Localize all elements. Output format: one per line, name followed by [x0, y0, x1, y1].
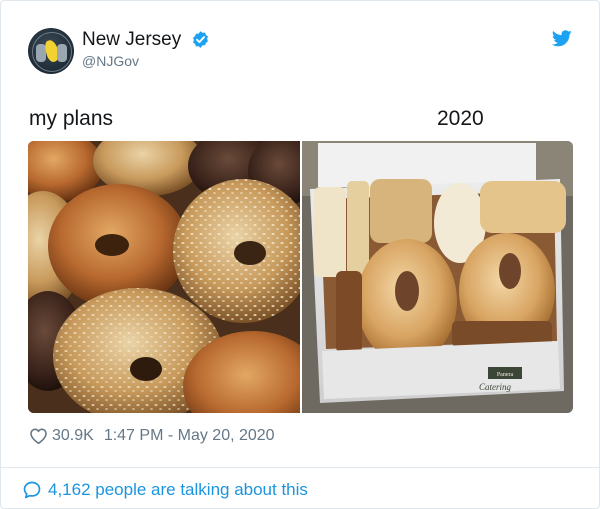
- catering-box-illustration: Panera Catering: [302, 141, 573, 413]
- tweet-meta: 30.9K 1:47 PM - May 20, 2020: [29, 426, 275, 446]
- verified-badge-icon: [193, 31, 208, 48]
- heart-icon[interactable]: [29, 427, 48, 445]
- catering-box-print: Catering: [479, 382, 512, 392]
- photo-catering-box-bagels[interactable]: Panera Catering: [302, 141, 573, 413]
- tweet-timestamp[interactable]: 1:47 PM - May 20, 2020: [104, 427, 275, 445]
- caption-right: 2020: [437, 107, 484, 130]
- caption-left: my plans: [29, 107, 114, 130]
- conversation-link[interactable]: 4,162 people are talking about this: [22, 479, 308, 501]
- panera-logo-text: Panera: [497, 372, 514, 378]
- talking-count-text: 4,162 people are talking about this: [48, 480, 308, 499]
- author-name[interactable]: New Jersey: [82, 30, 181, 50]
- tweet-card: New Jersey @NJGov my plans 2020 Panera C…: [0, 0, 600, 509]
- seal-figure-right: [57, 44, 67, 62]
- photo-gourmet-bagels[interactable]: [28, 141, 300, 413]
- bagel-pile-illustration: [28, 141, 300, 413]
- author-handle[interactable]: @NJGov: [82, 53, 139, 69]
- twitter-bird-icon[interactable]: [552, 30, 572, 47]
- speech-bubble-icon: [23, 481, 41, 499]
- divider: [1, 467, 599, 468]
- avatar[interactable]: [28, 28, 74, 74]
- like-count[interactable]: 30.9K: [52, 427, 94, 445]
